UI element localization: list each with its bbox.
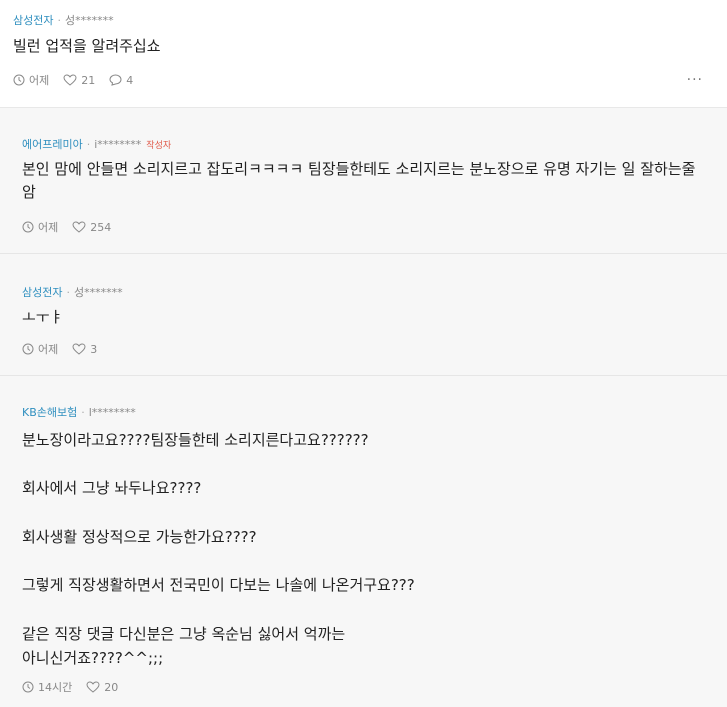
comment-time: 어제 (22, 219, 58, 235)
username: 성******* (73, 286, 123, 299)
comment-actions: 어제 254 (22, 219, 125, 235)
comment-time: 14시간 (22, 679, 72, 695)
like-count: 21 (81, 73, 96, 87)
time-text: 14시간 (38, 681, 73, 694)
comment-list: 에어프레미아 · i******** 작성자 본인 맘에 안들면 소리지르고 잡도리ㅋ… (0, 108, 727, 707)
meta-separator: · (57, 14, 61, 27)
comment-item: 에어프레미아 · i******** 작성자 본인 맘에 안들면 소리지르고 잡도리ㅋ… (0, 108, 727, 254)
time-text: 어제 (29, 74, 50, 87)
post-card: 삼성전자 · 성******* 빌런 업적을 알려주십쇼 어제 21 4 ··· (0, 0, 727, 108)
comment-item: 삼성전자 · 성******* ㅗㅜㅑ 어제 3 (0, 254, 727, 376)
like-count: 20 (104, 680, 119, 694)
heart-icon (72, 221, 86, 233)
heart-icon (72, 343, 86, 355)
clock-icon (22, 681, 34, 693)
more-options-button[interactable]: ··· (687, 72, 703, 88)
time-text: 어제 (38, 343, 59, 356)
comment-bubble-icon (109, 74, 122, 86)
clock-icon (22, 221, 34, 233)
comment-meta: 삼성전자 · 성******* (22, 284, 123, 300)
like-button[interactable]: 254 (72, 221, 111, 234)
username: i******** (94, 138, 142, 151)
company-name[interactable]: 삼성전자 (13, 14, 53, 27)
comment-text: 본인 맘에 안들면 소리지르고 잡도리ㅋㅋㅋㅋ 팀장들한테도 소리지르는 분노장… (22, 160, 696, 201)
author-badge: 작성자 (146, 141, 172, 151)
post-time: 어제 (13, 72, 49, 88)
company-name[interactable]: KB손해보험 (22, 406, 77, 419)
like-count: 254 (90, 220, 112, 234)
meta-separator: · (66, 286, 70, 299)
comment-meta: KB손해보험 · l******** (22, 404, 136, 420)
comment-item: KB손해보험 · l******** 분노장이라고요????팀장들한테 소리지른다고… (0, 376, 727, 707)
company-name[interactable]: 에어프레미아 (22, 138, 83, 151)
like-button[interactable]: 21 (63, 74, 95, 87)
username: l******** (88, 406, 136, 419)
clock-icon (22, 343, 34, 355)
comment-meta: 에어프레미아 · i******** 작성자 (22, 136, 171, 152)
comment-actions: 어제 3 (22, 341, 111, 357)
comment-text: 분노장이라고요????팀장들한테 소리지른다고요?????? 회사에서 그냥 놔… (22, 431, 415, 667)
like-button[interactable]: 20 (86, 681, 118, 694)
comment-time: 어제 (22, 341, 58, 357)
time-text: 어제 (38, 221, 59, 234)
company-name[interactable]: 삼성전자 (22, 286, 62, 299)
heart-icon (86, 681, 100, 693)
meta-separator: · (86, 138, 91, 151)
post-title: 빌런 업적을 알려주십쇼 (13, 37, 161, 55)
post-meta: 삼성전자 · 성******* (13, 12, 114, 28)
like-count: 3 (90, 342, 98, 356)
username: 성******* (64, 14, 114, 27)
comment-count: 4 (126, 73, 134, 87)
comment-button[interactable]: 4 (109, 74, 133, 87)
like-button[interactable]: 3 (72, 343, 97, 356)
meta-separator: · (81, 406, 85, 419)
heart-icon (63, 74, 77, 86)
comment-actions: 14시간 20 (22, 679, 132, 695)
post-actions: 어제 21 4 (13, 72, 147, 88)
clock-icon (13, 74, 25, 86)
comment-text: ㅗㅜㅑ (22, 308, 64, 326)
